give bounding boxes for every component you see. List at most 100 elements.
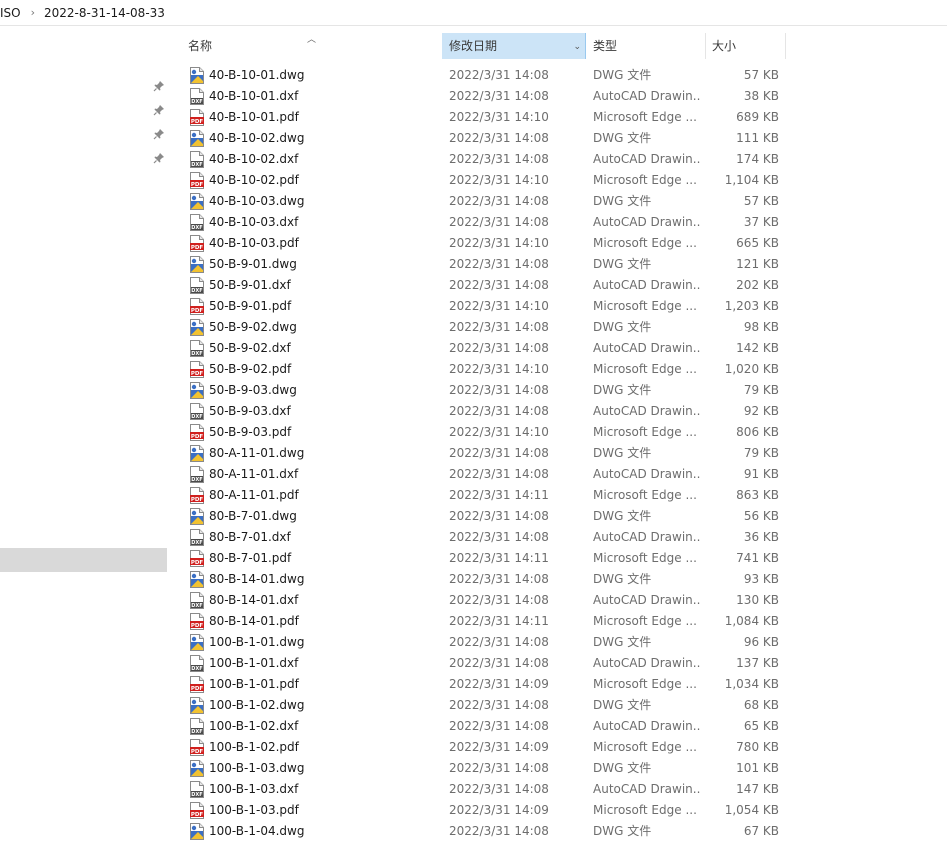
file-size: 1,020 KB bbox=[724, 362, 779, 376]
column-header-type[interactable]: 类型 bbox=[586, 33, 706, 59]
file-row[interactable]: DXF 40-B-10-01.dxf 2022/3/31 14:08 AutoC… bbox=[170, 86, 786, 107]
file-type: AutoCAD Drawin... bbox=[593, 278, 701, 292]
file-row[interactable]: PDF 100-B-1-01.pdf 2022/3/31 14:09 Micro… bbox=[170, 674, 786, 695]
file-size: 780 KB bbox=[736, 740, 779, 754]
file-modified-date: 2022/3/31 14:08 bbox=[449, 278, 549, 292]
file-row[interactable]: PDF 80-A-11-01.pdf 2022/3/31 14:11 Micro… bbox=[170, 485, 786, 506]
column-header-type-label: 类型 bbox=[593, 39, 618, 53]
chevron-right-icon[interactable]: › bbox=[31, 6, 35, 19]
file-size: 37 KB bbox=[743, 215, 779, 229]
dxf-file-icon: DXF bbox=[189, 88, 205, 105]
file-row[interactable]: PDF 50-B-9-02.pdf 2022/3/31 14:10 Micros… bbox=[170, 359, 786, 380]
file-modified-date: 2022/3/31 14:08 bbox=[449, 509, 549, 523]
column-header-date[interactable]: 修改日期 ⌄ bbox=[442, 33, 586, 59]
file-type: DWG 文件 bbox=[593, 761, 652, 775]
file-modified-date: 2022/3/31 14:09 bbox=[449, 677, 549, 691]
file-type: AutoCAD Drawin... bbox=[593, 89, 701, 103]
file-size: 137 KB bbox=[736, 656, 779, 670]
file-row[interactable]: PDF 50-B-9-01.pdf 2022/3/31 14:10 Micros… bbox=[170, 296, 786, 317]
column-header-name[interactable]: ︿ 名称 bbox=[170, 33, 442, 59]
file-row[interactable]: DXF 40-B-10-02.dxf 2022/3/31 14:08 AutoC… bbox=[170, 149, 786, 170]
file-row[interactable]: DXF 50-B-9-03.dxf 2022/3/31 14:08 AutoCA… bbox=[170, 401, 786, 422]
file-modified-date: 2022/3/31 14:08 bbox=[449, 341, 549, 355]
pdf-file-icon: PDF bbox=[189, 613, 205, 630]
pin-icon[interactable] bbox=[153, 152, 165, 164]
breadcrumb-current-folder[interactable]: 2022-8-31-14-08-33 bbox=[44, 6, 165, 20]
file-size: 142 KB bbox=[736, 341, 779, 355]
file-type: Microsoft Edge ... bbox=[593, 488, 697, 502]
dxf-file-icon: DXF bbox=[189, 529, 205, 546]
file-size: 806 KB bbox=[736, 425, 779, 439]
file-row[interactable]: PDF 100-B-1-03.pdf 2022/3/31 14:09 Micro… bbox=[170, 800, 786, 821]
file-row[interactable]: DXF 40-B-10-03.dxf 2022/3/31 14:08 AutoC… bbox=[170, 212, 786, 233]
file-row[interactable]: PDF 50-B-9-03.pdf 2022/3/31 14:10 Micros… bbox=[170, 422, 786, 443]
file-row[interactable]: 40-B-10-03.dwg 2022/3/31 14:08 DWG 文件 57… bbox=[170, 191, 786, 212]
nav-item-selected[interactable] bbox=[0, 548, 167, 572]
column-header-size[interactable]: 大小 bbox=[706, 33, 786, 59]
file-type: DWG 文件 bbox=[593, 194, 652, 208]
file-row[interactable]: PDF 100-B-1-02.pdf 2022/3/31 14:09 Micro… bbox=[170, 737, 786, 758]
file-row[interactable]: 100-B-1-03.dwg 2022/3/31 14:08 DWG 文件 10… bbox=[170, 758, 786, 779]
file-row[interactable]: PDF 40-B-10-02.pdf 2022/3/31 14:10 Micro… bbox=[170, 170, 786, 191]
file-name: 40-B-10-03.dxf bbox=[209, 215, 299, 229]
file-row[interactable]: DXF 80-B-7-01.dxf 2022/3/31 14:08 AutoCA… bbox=[170, 527, 786, 548]
file-type: Microsoft Edge ... bbox=[593, 236, 697, 250]
pdf-file-icon: PDF bbox=[189, 802, 205, 819]
file-size: 130 KB bbox=[736, 593, 779, 607]
file-size: 174 KB bbox=[736, 152, 779, 166]
file-row[interactable]: 50-B-9-02.dwg 2022/3/31 14:08 DWG 文件 98 … bbox=[170, 317, 786, 338]
file-row[interactable]: DXF 100-B-1-01.dxf 2022/3/31 14:08 AutoC… bbox=[170, 653, 786, 674]
file-row[interactable]: 50-B-9-03.dwg 2022/3/31 14:08 DWG 文件 79 … bbox=[170, 380, 786, 401]
svg-text:PDF: PDF bbox=[191, 749, 204, 755]
file-type: AutoCAD Drawin... bbox=[593, 593, 701, 607]
file-size: 98 KB bbox=[743, 320, 779, 334]
file-name: 50-B-9-02.dwg bbox=[209, 320, 297, 334]
file-type: AutoCAD Drawin... bbox=[593, 782, 701, 796]
address-bar[interactable]: ISO › 2022-8-31-14-08-33 bbox=[0, 0, 947, 26]
file-modified-date: 2022/3/31 14:10 bbox=[449, 173, 549, 187]
file-name: 100-B-1-01.dwg bbox=[209, 635, 305, 649]
sort-ascending-icon: ︿ bbox=[307, 35, 317, 45]
file-type: DWG 文件 bbox=[593, 635, 652, 649]
file-row[interactable]: DXF 100-B-1-03.dxf 2022/3/31 14:08 AutoC… bbox=[170, 779, 786, 800]
dxf-file-icon: DXF bbox=[189, 214, 205, 231]
pin-icon[interactable] bbox=[153, 80, 165, 92]
file-row[interactable]: 100-B-1-02.dwg 2022/3/31 14:08 DWG 文件 68… bbox=[170, 695, 786, 716]
svg-text:PDF: PDF bbox=[191, 119, 204, 125]
file-row[interactable]: DXF 80-B-14-01.dxf 2022/3/31 14:08 AutoC… bbox=[170, 590, 786, 611]
file-row[interactable]: PDF 40-B-10-03.pdf 2022/3/31 14:10 Micro… bbox=[170, 233, 786, 254]
breadcrumb-iso[interactable]: ISO bbox=[0, 6, 21, 20]
file-type: Microsoft Edge ... bbox=[593, 362, 697, 376]
file-row[interactable]: 80-A-11-01.dwg 2022/3/31 14:08 DWG 文件 79… bbox=[170, 443, 786, 464]
file-row[interactable]: DXF 50-B-9-02.dxf 2022/3/31 14:08 AutoCA… bbox=[170, 338, 786, 359]
file-row[interactable]: 80-B-7-01.dwg 2022/3/31 14:08 DWG 文件 56 … bbox=[170, 506, 786, 527]
column-header-name-label: 名称 bbox=[188, 39, 213, 53]
file-size: 65 KB bbox=[743, 719, 779, 733]
file-row[interactable]: 100-B-1-04.dwg 2022/3/31 14:08 DWG 文件 67… bbox=[170, 821, 786, 842]
file-row[interactable]: PDF 80-B-7-01.pdf 2022/3/31 14:11 Micros… bbox=[170, 548, 786, 569]
file-size: 36 KB bbox=[743, 530, 779, 544]
dwg-file-icon bbox=[189, 508, 205, 525]
file-row[interactable]: PDF 40-B-10-01.pdf 2022/3/31 14:10 Micro… bbox=[170, 107, 786, 128]
file-type: DWG 文件 bbox=[593, 509, 652, 523]
file-row[interactable]: DXF 100-B-1-02.dxf 2022/3/31 14:08 AutoC… bbox=[170, 716, 786, 737]
file-modified-date: 2022/3/31 14:10 bbox=[449, 362, 549, 376]
dxf-file-icon: DXF bbox=[189, 151, 205, 168]
chevron-down-icon[interactable]: ⌄ bbox=[573, 34, 581, 60]
dwg-file-icon bbox=[189, 256, 205, 273]
file-row[interactable]: DXF 50-B-9-01.dxf 2022/3/31 14:08 AutoCA… bbox=[170, 275, 786, 296]
file-row[interactable]: 100-B-1-01.dwg 2022/3/31 14:08 DWG 文件 96… bbox=[170, 632, 786, 653]
file-row[interactable]: 80-B-14-01.dwg 2022/3/31 14:08 DWG 文件 93… bbox=[170, 569, 786, 590]
pin-icon[interactable] bbox=[153, 128, 165, 140]
file-name: 100-B-1-03.pdf bbox=[209, 803, 299, 817]
file-name: 50-B-9-01.dwg bbox=[209, 257, 297, 271]
file-row[interactable]: 50-B-9-01.dwg 2022/3/31 14:08 DWG 文件 121… bbox=[170, 254, 786, 275]
file-row[interactable]: 40-B-10-02.dwg 2022/3/31 14:08 DWG 文件 11… bbox=[170, 128, 786, 149]
file-row[interactable]: 40-B-10-01.dwg 2022/3/31 14:08 DWG 文件 57… bbox=[170, 65, 786, 86]
file-row[interactable]: PDF 80-B-14-01.pdf 2022/3/31 14:11 Micro… bbox=[170, 611, 786, 632]
file-modified-date: 2022/3/31 14:08 bbox=[449, 152, 549, 166]
svg-text:DXF: DXF bbox=[191, 729, 202, 735]
file-name: 80-B-7-01.dxf bbox=[209, 530, 291, 544]
pin-icon[interactable] bbox=[153, 104, 165, 116]
file-row[interactable]: DXF 80-A-11-01.dxf 2022/3/31 14:08 AutoC… bbox=[170, 464, 786, 485]
